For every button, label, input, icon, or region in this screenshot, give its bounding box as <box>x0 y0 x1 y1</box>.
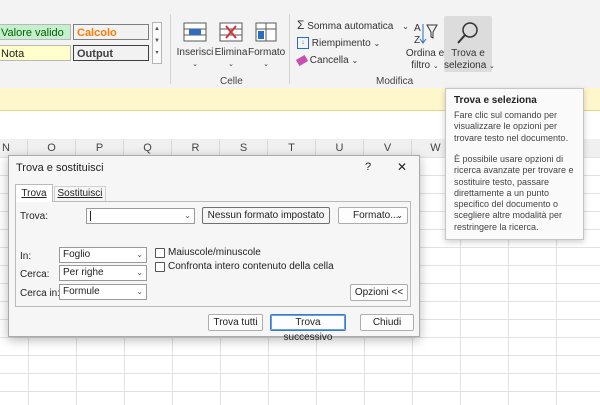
fill-button[interactable]: ↓ Riempimento ⌄ <box>297 37 380 51</box>
chevron-down-icon: ⌄ <box>136 250 143 259</box>
chevron-down-icon: ⌄ <box>432 63 439 70</box>
chevron-down-icon: ⌄ <box>489 63 495 70</box>
style-output[interactable]: Output <box>73 45 149 61</box>
chevron-down-icon[interactable]: ⌄ <box>184 209 191 223</box>
magnifier-icon <box>457 22 478 44</box>
cerca-in-label: Cerca in: <box>20 288 61 299</box>
format-cells-button[interactable]: Formato ⌄ <box>248 20 286 71</box>
format-cells-icon <box>255 22 277 42</box>
sort-filter-label-1: Ordina e <box>405 48 445 59</box>
chevron-down-icon: ⌄ <box>228 61 234 68</box>
scroll-up-icon[interactable]: ▲ <box>153 23 161 35</box>
find-replace-dialog: Trova e sostituisci ? ✕ Trova Sostituisc… <box>8 155 420 343</box>
ribbon-separator <box>289 14 290 84</box>
text-cursor <box>90 211 91 221</box>
sigma-icon: Σ <box>297 18 305 32</box>
cerca-in-select[interactable]: Formule ⌄ <box>59 284 147 300</box>
match-case-label[interactable]: Maiuscole/minuscole <box>168 247 261 258</box>
delete-cells-label: Elimina <box>214 47 248 58</box>
match-entire-label[interactable]: Confronta intero contenuto della cella <box>168 261 334 272</box>
format-preview-box: Nessun formato impostato <box>202 207 330 224</box>
cerca-select-value: Per righe <box>63 267 104 278</box>
insert-cells-label: Inserisci <box>176 47 214 58</box>
dialog-title: Trova e sostituisci <box>16 162 104 174</box>
delete-cells-icon <box>219 22 243 42</box>
close-dialog-button[interactable]: Chiudi <box>360 314 414 331</box>
tooltip-title: Trova e seleziona <box>454 95 537 106</box>
sort-filter-label-2: filtro <box>411 60 431 71</box>
sort-filter-icon: A Z <box>414 23 438 46</box>
sort-filter-button[interactable]: A Z Ordina e filtro ⌄ <box>405 20 445 73</box>
tab-sostituisci-label: Sostituisci <box>57 188 103 199</box>
tab-trova-label: Trova <box>21 188 47 199</box>
autosum-button[interactable]: Σ Somma automatica ⌄ <box>297 18 409 32</box>
modifica-group-label: Modifica <box>376 76 414 87</box>
format-button[interactable]: Formato... ⌄ <box>338 207 408 224</box>
insert-cells-icon <box>183 22 207 42</box>
delete-cells-button[interactable]: Elimina ⌄ <box>214 20 248 71</box>
options-button[interactable]: Opzioni << <box>350 284 408 301</box>
tab-sostituisci[interactable]: Sostituisci <box>54 186 106 201</box>
clear-button[interactable]: Cancella ⌄ <box>295 54 359 68</box>
fill-down-icon: ↓ <box>297 37 309 50</box>
format-cells-label: Formato <box>248 47 286 58</box>
find-select-button[interactable]: Trova e seleziona ⌄ <box>444 16 495 72</box>
svg-text:A: A <box>414 23 421 34</box>
cerca-label: Cerca: <box>20 269 50 280</box>
chevron-down-icon: ⌄ <box>396 211 403 220</box>
tooltip-paragraph-2: È possibile usare opzioni di ricerca ava… <box>454 154 574 232</box>
ribbon-separator <box>170 14 171 84</box>
trova-label: Trova: <box>20 211 48 222</box>
in-select[interactable]: Foglio ⌄ <box>59 247 147 263</box>
style-valore-valido[interactable]: Valore valido <box>0 24 71 40</box>
find-select-label-1: Trova e <box>451 48 485 59</box>
close-icon[interactable]: ✕ <box>397 160 407 174</box>
find-select-tooltip: Trova e seleziona Fare clic sul comando … <box>445 88 584 240</box>
style-calcolo[interactable]: Calcolo <box>73 24 149 40</box>
format-button-label: Formato... <box>353 210 399 221</box>
trova-input[interactable]: ⌄ <box>86 208 195 224</box>
chevron-down-icon: ⌄ <box>136 268 143 277</box>
fill-label: Riempimento <box>311 38 371 49</box>
chevron-down-icon: ⌄ <box>373 39 381 48</box>
match-case-checkbox[interactable] <box>155 248 165 258</box>
gallery-more-icon[interactable]: ▾ <box>153 47 161 59</box>
tab-trova[interactable]: Trova <box>15 184 53 202</box>
cerca-in-select-value: Formule <box>63 286 100 297</box>
styles-gallery-scroll[interactable]: ▲ ▼ ▾ <box>152 22 162 64</box>
chevron-down-icon: ⌄ <box>192 61 198 68</box>
clear-label: Cancella <box>309 55 349 66</box>
tooltip-paragraph-1: Fare clic sul comando per visualizzare l… <box>454 110 569 143</box>
chevron-down-icon: ⌄ <box>263 61 269 68</box>
find-next-button[interactable]: Trova successivo <box>270 314 346 343</box>
eraser-icon <box>295 54 309 66</box>
celle-group-label: Celle <box>220 76 243 87</box>
chevron-down-icon: ⌄ <box>351 56 359 65</box>
find-all-button[interactable]: Trova tutti <box>208 314 263 331</box>
style-nota[interactable]: Nota <box>0 45 71 61</box>
svg-text:Z: Z <box>414 35 420 46</box>
in-select-value: Foglio <box>63 249 91 260</box>
in-label: In: <box>20 251 32 262</box>
find-select-label-2: seleziona <box>444 60 487 71</box>
chevron-down-icon: ⌄ <box>136 287 143 296</box>
ribbon: Valore valido Calcolo Nota Output ▲ ▼ ▾ … <box>0 0 600 89</box>
cerca-select[interactable]: Per righe ⌄ <box>59 265 147 281</box>
autosum-label: Somma automatica <box>307 21 394 32</box>
match-entire-checkbox[interactable] <box>155 262 165 272</box>
insert-cells-button[interactable]: Inserisci ⌄ <box>176 20 214 71</box>
scroll-down-icon[interactable]: ▼ <box>153 35 161 47</box>
help-button[interactable]: ? <box>365 161 371 173</box>
